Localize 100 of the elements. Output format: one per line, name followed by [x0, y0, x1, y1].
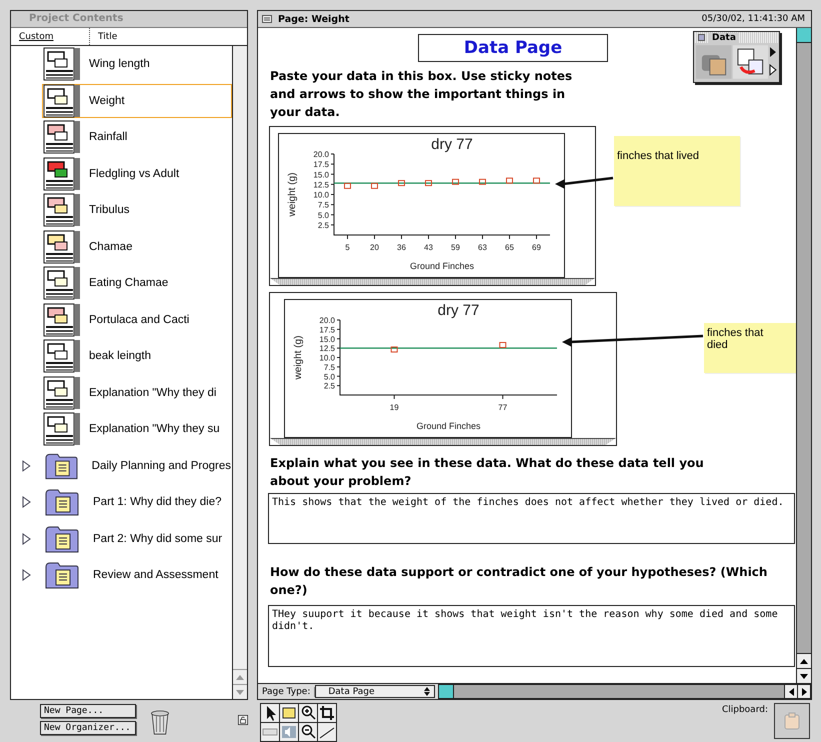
sticky-note-icon[interactable] [280, 704, 298, 722]
page-thumbnail-icon [43, 193, 81, 228]
tick-label: 15.0 [319, 334, 335, 344]
scroll-left-icon[interactable] [784, 685, 797, 698]
expand-triangle-icon[interactable] [21, 569, 31, 582]
list-item[interactable]: Portulaca and Cacti [42, 302, 232, 337]
zoom-in-icon[interactable] [299, 704, 317, 722]
list-item[interactable]: beak leingth [42, 339, 232, 374]
list-item[interactable]: Part 1: Why did they die? [20, 485, 232, 520]
list-item[interactable]: Chamae [42, 230, 232, 264]
item-title: Portulaca and Cacti [89, 314, 190, 326]
panel-title: Project Contents [11, 11, 247, 28]
axis-title: Ground Finches [416, 421, 481, 431]
page-thumbnail-icon [43, 376, 81, 410]
page-thumbnail-icon [43, 120, 81, 154]
data-point [390, 346, 398, 352]
tick-label: 77 [498, 403, 508, 412]
paste-image-icon[interactable] [732, 45, 768, 79]
data-point [499, 342, 506, 348]
line-tool-icon[interactable] [318, 723, 336, 741]
palette-title: Data [709, 32, 739, 42]
list-item[interactable]: Daily Planning and Progres [20, 448, 232, 483]
tick-label: 5 [345, 243, 350, 252]
palette-arrows-icon[interactable] [769, 45, 777, 77]
window-title: Page: Weight [278, 14, 350, 24]
scroll-up-icon[interactable] [797, 653, 811, 668]
pointer-icon[interactable] [261, 704, 279, 722]
question-text: Explain what you see in these data. What do these data tell you about your problem? [270, 455, 705, 490]
list-item[interactable]: Wing length [42, 47, 232, 82]
crop-icon[interactable] [318, 704, 336, 722]
tick-label: 10.0 [313, 190, 329, 200]
sticky-note[interactable]: finches that lived [614, 136, 740, 206]
expand-triangle-icon[interactable] [21, 460, 31, 472]
item-title: Rainfall [89, 131, 128, 144]
list-item[interactable]: Weight [42, 84, 232, 118]
scroll-down-icon[interactable] [797, 668, 811, 683]
tick-label: 20.0 [319, 316, 335, 325]
tick-label: 7.5 [324, 362, 335, 372]
scroll-thumb[interactable] [797, 28, 811, 43]
vertical-scrollbar[interactable] [796, 28, 811, 683]
page-thumbnail-icon [43, 339, 81, 374]
data-point [398, 180, 405, 186]
page-thumbnail-icon [43, 412, 81, 446]
list-item[interactable]: Fledgling vs Adult [42, 156, 232, 191]
tick-label: 12.5 [313, 180, 329, 190]
lock-icon[interactable] [238, 713, 248, 727]
zoom-out-icon[interactable] [299, 723, 317, 741]
item-title: Explanation "Why they di [89, 386, 216, 399]
tick-label: 17.5 [313, 160, 329, 170]
item-title: Review and Assessment [93, 569, 218, 582]
tick-label: 69 [532, 243, 541, 252]
list-item[interactable]: Eating Chamae [42, 266, 232, 300]
tick-label: 36 [397, 243, 406, 252]
page-thumbnail-icon [43, 266, 81, 300]
data-point [425, 180, 432, 186]
tick-label: 63 [478, 243, 487, 252]
tick-label: 20 [370, 243, 379, 252]
expand-triangle-icon[interactable] [21, 532, 31, 545]
axis-title: weight (g) [287, 172, 298, 216]
tick-label: 5.0 [324, 372, 335, 382]
scroll-thumb[interactable] [439, 685, 454, 698]
expand-triangle-icon[interactable] [21, 496, 31, 508]
new-button[interactable]: New Page... [40, 704, 136, 718]
column-header[interactable]: Title [90, 28, 120, 45]
chart-title: dry 77 [431, 136, 473, 153]
tick-label: 17.5 [319, 325, 335, 334]
list-item[interactable]: Part 2: Why did some sur [20, 522, 232, 556]
tick-label: 15.0 [313, 170, 329, 180]
close-box-icon[interactable] [698, 34, 705, 41]
tick-label: 7.5 [318, 200, 329, 210]
updown-arrows-icon [424, 687, 430, 696]
tick-label: 43 [424, 243, 433, 252]
list-item[interactable]: Explanation "Why they di [42, 376, 232, 410]
axis-title: weight (g) [293, 336, 304, 380]
tick-label: 65 [505, 243, 514, 252]
list-item[interactable]: Tribulus [42, 193, 232, 228]
tick-label: 10.0 [319, 354, 335, 362]
new-button[interactable]: New Organizer... [40, 721, 136, 735]
folder-icon [44, 452, 78, 480]
list-item[interactable]: Rainfall [42, 120, 232, 154]
tick-label: 12.5 [319, 344, 335, 354]
sticky-note[interactable]: finches that died [704, 323, 796, 373]
scroll-right-icon[interactable] [797, 685, 810, 698]
answer-box[interactable]: This shows that the weight of the finches does not affect whether they lived or died. [268, 493, 795, 544]
window-menu-icon[interactable] [262, 15, 272, 23]
folder-icon [45, 561, 79, 590]
data-point [533, 178, 540, 184]
list-item[interactable]: Review and Assessment [20, 558, 232, 592]
timestamp: 05/30/02, 11:41:30 AM [702, 14, 805, 24]
item-title: Tribulus [89, 204, 130, 216]
column-header[interactable]: Custom [11, 28, 90, 45]
list-item[interactable]: Explanation "Why they su [42, 412, 232, 446]
page-thumbnail-icon [43, 84, 81, 118]
item-title: Chamae [89, 240, 132, 253]
data-point [371, 182, 378, 189]
item-title: beak leingth [89, 350, 152, 362]
answer-box[interactable]: THey suuport it because it shows that weight isn't the reason why some died and some didn't. [268, 605, 795, 667]
horizontal-scrollbar[interactable] [438, 684, 811, 699]
page-type-dropdown[interactable]: Data Page [315, 685, 436, 698]
axis-title: Ground Finches [410, 261, 474, 271]
